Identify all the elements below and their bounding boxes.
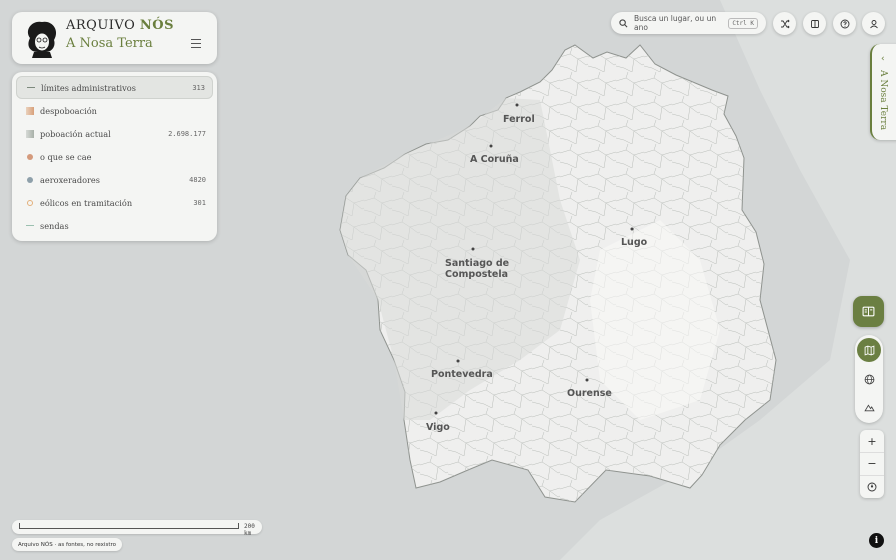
city-label: Compostela [445, 269, 508, 280]
layer-despoboacion[interactable]: despoboación [16, 99, 213, 122]
city-label: A Coruña [470, 154, 519, 165]
book-button[interactable] [803, 12, 826, 35]
city-label: Lugo [621, 237, 648, 248]
reset-bearing-button[interactable] [860, 475, 884, 497]
zoom-in-button[interactable]: + [860, 430, 884, 452]
side-panel-tab[interactable]: ‹ A Nosa Terra [870, 44, 896, 140]
layer-aeroxeradores[interactable]: aeroxeradores 4820 [16, 168, 213, 191]
globe-mode-button[interactable] [857, 367, 881, 391]
search-placeholder: Busca un lugar, ou un ano [634, 14, 717, 32]
attribution[interactable]: Arquivo NÓS · as fontes, no rexistro [12, 538, 122, 551]
book-open-icon [862, 306, 875, 317]
ring-swatch-icon [27, 199, 33, 206]
city-label: Ferrol [503, 114, 535, 125]
book-icon [810, 19, 819, 28]
search-input[interactable]: Busca un lugar, ou un ano Ctrl K [611, 12, 766, 34]
terrain-icon [863, 403, 875, 411]
layer-o-que-se-cae[interactable]: o que se cae [16, 145, 213, 168]
map-icon [864, 344, 874, 356]
brand-title: ARQUIVO NÓS [66, 18, 174, 33]
map-mode-button[interactable] [857, 338, 881, 362]
globe-icon [864, 374, 874, 384]
line-swatch-icon [26, 225, 34, 226]
gradient-swatch-icon [26, 106, 34, 115]
search-icon [619, 18, 628, 27]
dot-swatch-icon [27, 153, 33, 160]
layer-limites[interactable]: límites administrativos 313 [16, 76, 213, 99]
user-icon [869, 19, 878, 28]
layers-panel: límites administrativos 313 despoboación… [12, 72, 217, 241]
side-panel-label: A Nosa Terra [878, 70, 888, 131]
city-label: Ourense [567, 388, 612, 399]
search-shortcut: Ctrl K [728, 17, 758, 29]
view-mode-group [855, 335, 883, 423]
line-swatch-icon [27, 87, 35, 88]
zoom-controls: + − [860, 430, 884, 498]
brand-subtitle: A Nosa Terra [66, 36, 153, 51]
user-button[interactable] [862, 12, 885, 35]
city-label: Vigo [426, 422, 450, 433]
city-label: Pontevedra [431, 369, 493, 380]
chevron-left-icon: ‹ [881, 54, 885, 64]
zoom-out-button[interactable]: − [860, 452, 884, 474]
info-button[interactable]: i [869, 533, 884, 548]
menu-icon[interactable] [191, 39, 201, 48]
shuffle-button[interactable] [773, 12, 796, 35]
layer-eolicos[interactable]: eólicos en tramitación 301 [16, 191, 213, 214]
layer-poboacion[interactable]: poboación actual 2.698.177 [16, 122, 213, 145]
dot-swatch-icon [27, 176, 33, 183]
help-icon [840, 19, 849, 28]
city-label: Santiago de [445, 258, 509, 269]
brand-card: ARQUIVO NÓS A Nosa Terra [12, 12, 217, 64]
scale-bar-line [19, 523, 239, 529]
layer-sendas[interactable]: sendas [16, 214, 213, 237]
scale-bar: 200 km [12, 520, 262, 537]
help-button[interactable] [833, 12, 856, 35]
shuffle-icon [780, 19, 790, 28]
scale-label: 200 km [244, 523, 255, 537]
gradient-swatch-icon [26, 129, 34, 138]
open-panel-button[interactable] [853, 296, 884, 327]
compass-icon [867, 482, 877, 491]
terrain-mode-button[interactable] [857, 395, 881, 419]
logo-portrait-icon [27, 21, 57, 58]
